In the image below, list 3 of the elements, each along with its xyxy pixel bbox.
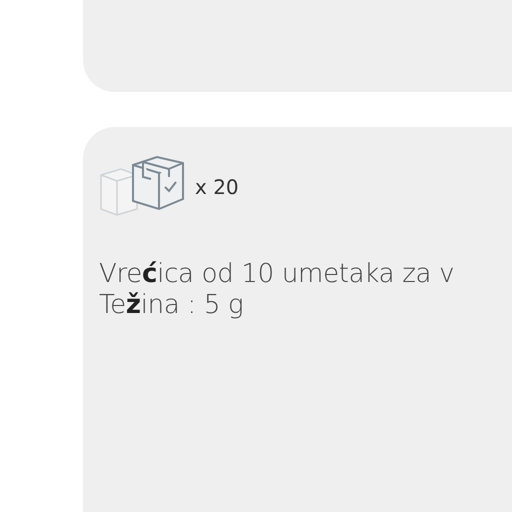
quantity-text: x 20	[195, 174, 239, 201]
description-line: Vrećica od 10 umetaka za v	[99, 259, 456, 290]
description-line: Težina : 5 g	[99, 290, 244, 321]
